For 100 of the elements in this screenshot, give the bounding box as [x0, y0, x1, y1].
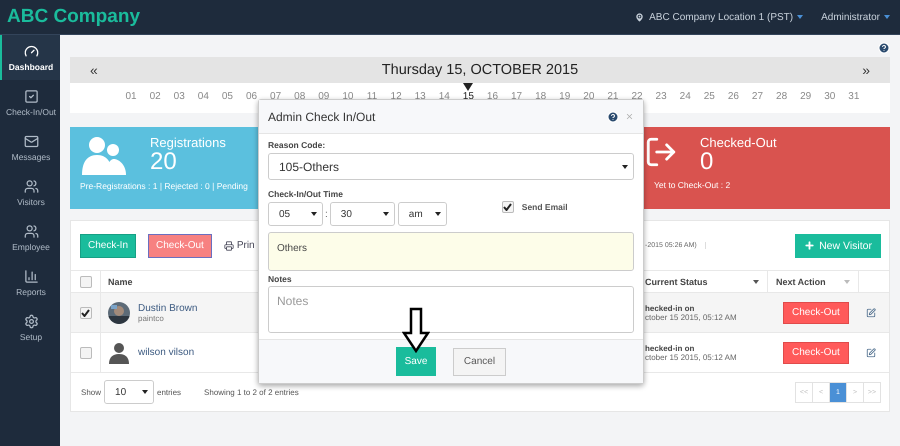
brand-title: ABC Company [7, 6, 140, 28]
column-header: Current Status [645, 276, 708, 286]
settings-icon [24, 314, 38, 328]
stat-title: Checked-Out [700, 135, 777, 150]
entries-info: Showing 1 to 2 of 2 entries [204, 388, 299, 396]
day-link[interactable]: 12 [384, 91, 408, 103]
caret-icon [311, 212, 317, 216]
day-link[interactable]: 11 [360, 91, 384, 103]
sidebar-item[interactable]: Visitors [0, 170, 60, 215]
action-button[interactable]: Check-Out [148, 234, 212, 258]
stat-title: Registrations [150, 135, 226, 150]
day-link[interactable]: 03 [167, 91, 192, 103]
new-visitor-button[interactable]: New Visitor [795, 234, 881, 258]
user-menu[interactable]: Administrator [821, 12, 890, 22]
sidebar-item[interactable]: Reports [0, 260, 60, 305]
day-link[interactable]: 07 [264, 91, 288, 103]
day-link[interactable]: 01 [119, 91, 144, 103]
status-text: hecked-in on [645, 344, 696, 352]
day-link[interactable]: 15 [456, 83, 480, 103]
caret-icon [622, 164, 628, 168]
sidebar-item[interactable]: Dashboard [0, 35, 60, 80]
caret-icon [434, 212, 441, 216]
sidebar-item[interactable]: Check-In/Out [0, 80, 60, 125]
day-link[interactable]: 19 [552, 91, 577, 103]
comment-field[interactable]: Others [268, 232, 634, 271]
sidebar-item[interactable]: Setup [0, 305, 60, 350]
day-link[interactable]: 16 [480, 91, 504, 103]
day-link[interactable]: 20 [576, 91, 601, 103]
row-checkbox[interactable] [80, 306, 92, 318]
reason-select[interactable]: 105-Others [268, 153, 634, 180]
help-icon[interactable] [607, 110, 619, 122]
date-title: Thursday 15, OCTOBER 2015 [380, 62, 580, 78]
day-link[interactable]: 17 [504, 91, 529, 103]
dialog-title: Admin Check In/Out [268, 110, 376, 124]
stat-detail: Pre-Registrations : 1 | Rejected : 0 | Pending [80, 181, 249, 191]
time-separator: : [325, 208, 328, 220]
stat-detail: Yet to Check-Out : 2 [654, 180, 732, 190]
hour-select[interactable]: 05 [268, 202, 323, 226]
day-link[interactable]: 31 [842, 91, 866, 103]
edit-icon[interactable] [866, 348, 876, 358]
envelope-icon [24, 134, 38, 148]
sign-out-icon [644, 135, 678, 169]
caret-icon [142, 390, 148, 394]
select-all-checkbox[interactable] [80, 276, 92, 288]
day-link[interactable]: 05 [215, 91, 240, 103]
day-link[interactable]: 25 [697, 91, 722, 103]
stat-value: 20 [150, 150, 177, 174]
day-link[interactable]: 13 [408, 91, 432, 103]
sidebar-item[interactable]: Employee [0, 215, 60, 260]
field-label: Reason Code: [268, 140, 326, 150]
users-icon [24, 224, 38, 238]
ampm-select[interactable]: am [398, 202, 447, 226]
day-link[interactable]: 04 [191, 91, 216, 103]
day-link[interactable]: 27 [745, 91, 770, 103]
show-label: Show [81, 388, 102, 396]
minute-select[interactable]: 30 [330, 202, 395, 226]
day-link[interactable]: 10 [336, 91, 360, 103]
status-time: ctober 15 2015, 05:12 AM [645, 312, 738, 322]
day-link[interactable]: 23 [649, 91, 674, 103]
day-link[interactable]: 22 [624, 91, 650, 103]
cancel-button[interactable]: Cancel [453, 348, 506, 376]
day-link[interactable]: 24 [673, 91, 698, 103]
help-icon[interactable] [878, 42, 890, 54]
edit-icon[interactable] [866, 308, 876, 318]
field-label: Check-In/Out Time [268, 189, 344, 199]
column-header: Next Action [776, 276, 826, 286]
day-link[interactable]: 06 [239, 91, 264, 103]
caret-icon [844, 280, 850, 284]
day-link[interactable]: 18 [528, 91, 553, 103]
next-button[interactable]: » [862, 62, 870, 78]
column-header: Name [108, 276, 133, 286]
pointer-icon [463, 83, 474, 91]
day-link[interactable]: 30 [818, 91, 842, 103]
page-size-select[interactable]: 10 [104, 380, 154, 404]
location-menu[interactable]: ABC Company Location 1 (PST) [634, 12, 804, 22]
status-time: ctober 15 2015, 05:12 AM [645, 352, 738, 362]
send-email-checkbox[interactable] [502, 201, 514, 213]
day-link[interactable]: 14 [432, 91, 456, 103]
day-link[interactable]: 08 [288, 91, 312, 103]
check-out-button[interactable]: Check-Out [783, 342, 849, 364]
bar-chart-icon [24, 268, 38, 284]
previous-button[interactable]: « [90, 62, 98, 78]
users-icon [80, 135, 128, 175]
action-button[interactable]: Check-In [80, 234, 136, 258]
save-button[interactable]: Save [396, 347, 436, 376]
visitor-name[interactable]: Dustin Brown [138, 302, 198, 314]
day-link[interactable]: 09 [312, 91, 336, 103]
day-link[interactable]: 02 [143, 91, 168, 103]
day-link[interactable]: 28 [770, 91, 794, 103]
day-link[interactable]: 29 [794, 91, 818, 103]
visitor-name[interactable]: wilson vilson [138, 347, 194, 358]
caret-icon [797, 15, 804, 19]
row-checkbox[interactable] [80, 346, 92, 358]
day-link[interactable]: 26 [721, 91, 746, 103]
notes-field[interactable]: Notes [268, 286, 634, 333]
entries-label: entries [157, 388, 182, 396]
sidebar-item[interactable]: Messages [0, 125, 60, 170]
day-link[interactable]: 21 [600, 91, 625, 103]
print-link[interactable]: Prin [224, 240, 255, 251]
check-out-button[interactable]: Check-Out [783, 302, 849, 324]
